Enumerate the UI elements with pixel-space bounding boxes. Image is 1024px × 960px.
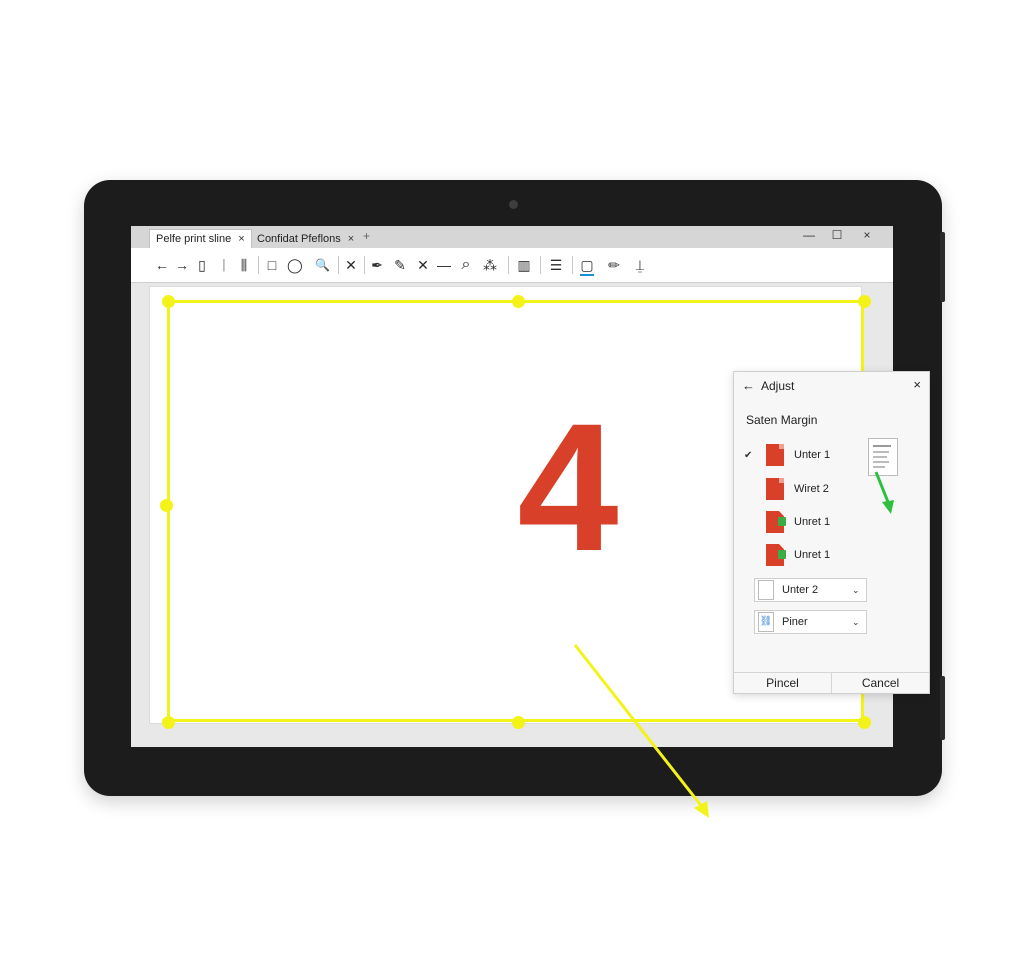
margin-handle-top-left[interactable] [162,295,175,308]
link-pages-icon: ⛓ [758,612,774,632]
printer-select-dropdown[interactable]: ⛓ Piner ⌄ [754,610,867,634]
toolbar-divider [258,256,259,274]
cancel-button[interactable]: Cancel [831,673,929,693]
margin-option-unret-1-alt[interactable]: Unret 1 [744,541,856,569]
pointer-arrow-head [694,801,709,818]
line-icon[interactable]: — [437,256,451,274]
zoom-icon[interactable]: 🔍 [315,256,330,274]
margin-handle-middle-left[interactable] [160,499,173,512]
tab-label: Pelfe print sline [156,233,232,245]
preview-line [873,461,889,463]
margin-handle-bottom-right[interactable] [858,716,871,729]
preview-line [873,456,887,458]
tab-pelfe-print-sline[interactable]: Pelfe print sline × [149,229,252,248]
maximize-icon[interactable]: ☐ [829,228,845,242]
book-icon[interactable]: ▥ [517,256,531,274]
tab-label: Confidat Pfeflons [257,232,341,245]
toolbar-divider [338,256,339,274]
close-icon[interactable]: × [913,377,921,392]
delete-x-icon[interactable]: ✕ [344,256,358,274]
device-side-button [940,232,945,302]
rectangle-icon[interactable]: □ [265,256,279,274]
margin-handle-bottom-left[interactable] [162,716,175,729]
toolbar-divider [540,256,541,274]
chevron-down-icon: ⌄ [852,616,860,627]
forward-arrow-icon[interactable]: → [175,256,189,274]
blank-page-icon [758,580,774,600]
margin-handle-top-right[interactable] [858,295,871,308]
pencil-icon[interactable]: ✏ [607,256,621,274]
panel-title: Adjust [761,379,795,393]
margin-option-unret-1[interactable]: Unret 1 [744,508,856,536]
format-icon[interactable]: ☰ [549,256,563,274]
section-title: Saten Margin [746,413,818,427]
pdf-page-icon [766,444,784,466]
margin-option-wiret-2[interactable]: Wiret 2 [744,475,856,503]
back-arrow-icon[interactable]: ← [155,256,169,274]
page-setup-icon[interactable]: ▢ [580,256,594,276]
pincel-button[interactable]: Pincel [734,673,831,693]
dropdown-value: Piner [782,616,808,628]
panel-footer: Pincel Cancel [734,672,929,693]
minimize-icon[interactable]: — [801,228,817,242]
margin-select-dropdown[interactable]: Unter 2 ⌄ [754,578,867,602]
document-icon[interactable]: ▯ [195,256,209,274]
text-cursor-icon[interactable]: ᛁ [217,256,231,274]
lasso-icon[interactable]: ◯ [287,256,303,274]
check-icon: ✔ [744,449,753,461]
option-label: Unret 1 [794,549,831,561]
effects-icon[interactable]: ⁂ [483,256,497,274]
green-pointer-arrow [874,471,894,514]
pdf-page-icon [766,478,784,500]
camera-icon [509,200,518,209]
margin-handle-bottom-center[interactable] [512,716,525,729]
stamp-icon[interactable]: ⍊ [633,256,647,274]
close-icon[interactable]: × [238,233,244,245]
tab-bar: Pelfe print sline × Confidat Pfeflons × … [131,226,893,248]
new-tab-icon[interactable]: + [363,229,370,243]
pdf-edit-page-icon [766,511,786,533]
margin-option-unter-1[interactable]: ✔ Unter 1 [744,441,856,469]
toolbar: ← → ▯ ᛁ ⫼ □ ◯ 🔍 ✕ ✒ ✎ ✕ — ⌕ ⁂ ▥ ☰ ▢ ✏ ⍊ [131,248,893,283]
adjust-panel: ← Adjust × Saten Margin ✔ Unter 1 Wiret … [733,371,930,694]
search-icon[interactable]: ⌕ [459,256,473,274]
tab-confidat-pfeflons[interactable]: Confidat Pfeflons × [251,229,360,248]
columns-icon[interactable]: ⫼ [237,256,251,274]
preview-line [873,466,885,468]
chevron-down-icon: ⌄ [852,584,860,595]
toolbar-divider [364,256,365,274]
option-label: Unter 1 [794,449,831,461]
option-label: Wiret 2 [794,483,829,495]
back-arrow-icon[interactable]: ← [742,378,755,393]
toolbar-divider [572,256,573,274]
preview-line [873,451,889,453]
close-window-icon[interactable]: × [859,228,875,242]
preview-line [873,445,891,447]
margin-handle-top-center[interactable] [512,295,525,308]
device-side-button [940,676,945,740]
pdf-edit-page-icon [766,544,786,566]
dropdown-value: Unter 2 [782,584,819,596]
cross-icon[interactable]: ✕ [416,256,430,274]
pen-icon[interactable]: ✒ [370,256,384,274]
toolbar-divider [508,256,509,274]
close-icon[interactable]: × [348,233,354,245]
option-label: Unret 1 [794,516,831,528]
marker-icon[interactable]: ✎ [393,256,407,274]
